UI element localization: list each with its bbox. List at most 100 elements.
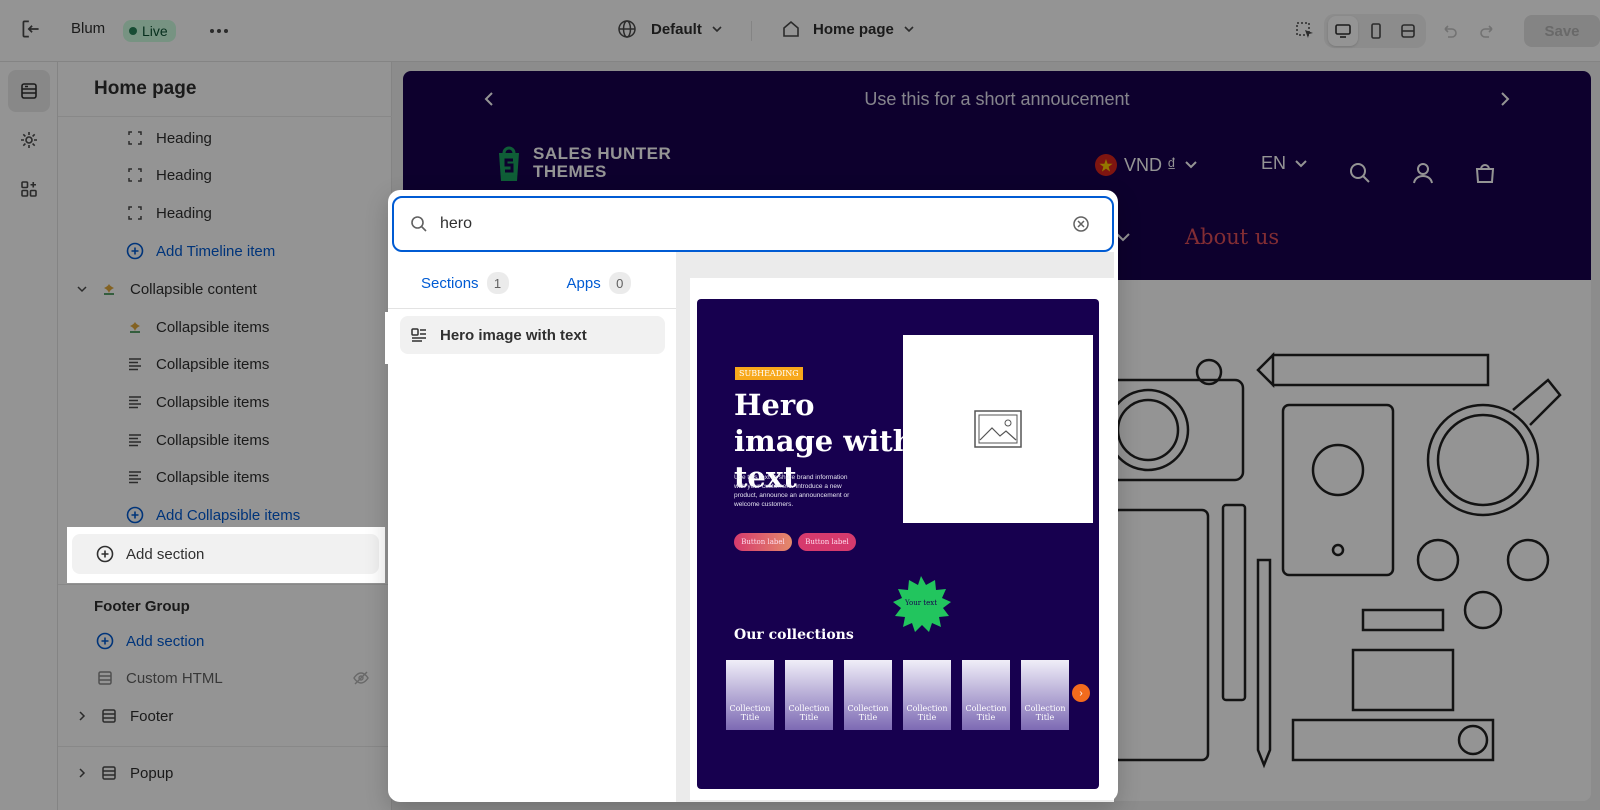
sidebar-divider (58, 116, 392, 117)
preview-body-text: Use this text to share brand information… (734, 474, 850, 508)
preview-button-2: Button label (798, 533, 856, 551)
currency-selector[interactable]: VND ₫ (1094, 153, 1200, 177)
account-icon[interactable] (1411, 161, 1435, 185)
site-logo[interactable]: SALES HUNTER THEMES (493, 143, 671, 183)
chevron-down-icon (712, 26, 722, 33)
sidebar-item-collapsible-items[interactable]: Collapsible items (126, 427, 269, 453)
sections-nav-button[interactable] (8, 70, 50, 112)
theme-select-label: Default (651, 20, 702, 38)
sidebar-item-collapsible-items[interactable]: Collapsible items (126, 314, 269, 340)
theme-select[interactable]: Default (617, 19, 724, 39)
save-button[interactable]: Save (1524, 15, 1600, 47)
apps-icon (21, 181, 37, 197)
plus-circle-icon (126, 242, 144, 260)
expand-icon (1401, 24, 1415, 38)
undo-button[interactable] (1434, 16, 1464, 46)
chevron-down-icon (1185, 161, 1197, 169)
collection-tile: Collection Title (903, 660, 951, 730)
sidebar-item-label: Add Timeline item (156, 242, 276, 260)
store-name: Blum (71, 20, 106, 37)
dashed-square-icon (128, 206, 142, 220)
desktop-view-button[interactable] (1328, 16, 1358, 46)
section-icon (102, 709, 116, 723)
text-lines-icon (129, 434, 141, 447)
footer-add-section-label: Add section (126, 632, 205, 650)
section-icon (102, 766, 116, 780)
exit-button[interactable] (18, 16, 44, 42)
sidebar-item-label: Collapsible items (156, 431, 270, 449)
plus-circle-icon (96, 545, 114, 563)
exit-icon (22, 20, 39, 38)
mobile-view-button[interactable] (1361, 16, 1391, 46)
sidebar-item-heading[interactable]: Heading (126, 200, 212, 226)
chevron-down-icon (1295, 159, 1307, 167)
inspector-button[interactable] (1290, 16, 1320, 46)
live-badge: Live (123, 20, 176, 42)
tab-apps[interactable]: Apps 0 (567, 272, 631, 294)
footer-add-section-button[interactable]: Add section (96, 628, 204, 654)
more-actions-button[interactable] (204, 16, 234, 46)
sidebar-divider (58, 584, 392, 585)
sections-icon (21, 83, 37, 99)
add-section-button[interactable]: Add section (72, 534, 379, 574)
announcement-text: Use this for a short annoucement (864, 88, 1130, 109)
sidebar-item-label: Collapsible items (156, 318, 270, 336)
sidebar-item-heading[interactable]: Heading (126, 125, 212, 151)
picker-tabs: Sections 1 Apps 0 (421, 272, 631, 294)
page-select-label: Home page (813, 20, 894, 38)
section-search-field[interactable] (392, 196, 1114, 252)
language-selector[interactable]: EN (1261, 153, 1310, 174)
text-lines-icon (129, 471, 141, 484)
page-select[interactable]: Home page (781, 19, 916, 39)
image-placeholder-icon (974, 410, 1022, 448)
sidebar-item-label: Add Collapsible items (156, 506, 301, 524)
gear-icon (21, 132, 37, 148)
result-label: Hero image with text (440, 326, 587, 344)
theme-settings-nav-button[interactable] (8, 119, 50, 161)
plus-circle-icon (96, 632, 114, 650)
hidden-eye-icon[interactable] (352, 669, 370, 687)
preview-badge-text: Your text (904, 599, 938, 607)
text-lines-icon (129, 358, 141, 371)
sidebar-item-collapsible-items[interactable]: Collapsible items (126, 464, 269, 490)
sidebar-item-heading[interactable]: Heading (126, 162, 212, 188)
sidebar-item-label: Heading (156, 204, 212, 222)
ellipsis-icon (210, 29, 228, 33)
sidebar-title: Home page (94, 78, 197, 99)
undo-icon (1444, 25, 1457, 38)
tab-count-badge: 1 (486, 272, 509, 294)
add-timeline-item-button[interactable]: Add Timeline item (126, 238, 275, 264)
search-input[interactable] (440, 215, 1060, 233)
globe-icon (618, 20, 636, 38)
chevron-right-icon[interactable] (1495, 89, 1515, 109)
clear-search-icon[interactable] (1072, 215, 1090, 233)
redo-button[interactable] (1473, 16, 1503, 46)
sidebar-item-collapsible-items[interactable]: Collapsible items (126, 389, 269, 415)
sidebar-item-custom-html[interactable]: Custom HTML (96, 665, 370, 691)
collection-tile: Collection Title (785, 660, 833, 730)
add-collapsible-items-button[interactable]: Add Collapsible items (126, 502, 300, 528)
search-icon (411, 216, 427, 232)
sidebar-item-footer[interactable]: Footer (76, 703, 173, 729)
collection-tile: Collection Title (962, 660, 1010, 730)
fullscreen-view-button[interactable] (1393, 16, 1423, 46)
redo-icon (1480, 25, 1493, 38)
logo-text-line1: SALES HUNTER (533, 144, 672, 163)
preview-collection-tiles: Collection Title Collection Title Collec… (726, 660, 1069, 730)
nav-about-us[interactable]: About us (1185, 225, 1279, 249)
collection-tile: Collection Title (1021, 660, 1069, 730)
chevron-right-icon (79, 768, 86, 778)
result-hero-image-with-text[interactable]: Hero image with text (400, 316, 665, 354)
apps-nav-button[interactable] (8, 168, 50, 210)
cart-icon[interactable] (1473, 161, 1497, 185)
tab-sections[interactable]: Sections 1 (421, 272, 509, 294)
logo-text-line2: THEMES (533, 162, 607, 181)
sidebar-item-collapsible-items[interactable]: Collapsible items (126, 351, 269, 377)
tab-label: Apps (566, 274, 601, 292)
sidebar-item-popup[interactable]: Popup (76, 760, 173, 786)
sidebar-item-collapsible-content[interactable]: Collapsible content (76, 276, 257, 302)
image-text-section-icon (411, 328, 426, 342)
chevron-left-icon[interactable] (479, 89, 499, 109)
search-icon[interactable] (1348, 161, 1372, 185)
announcement-bar: Use this for a short annoucement (403, 71, 1591, 127)
